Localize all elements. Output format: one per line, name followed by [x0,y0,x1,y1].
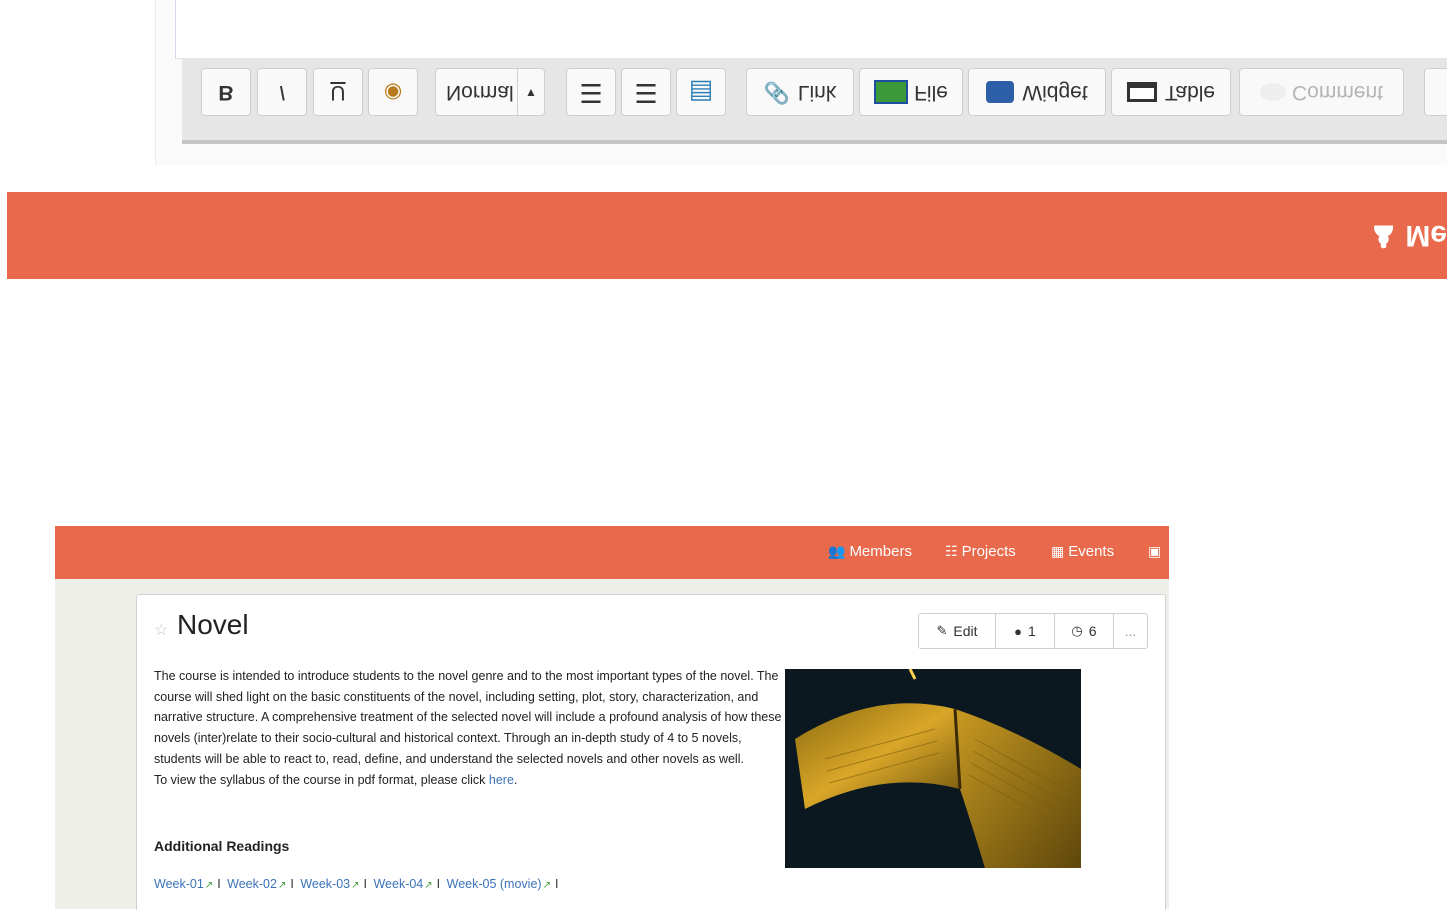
additional-readings-heading: Additional Readings [154,838,290,854]
external-link-icon: ↗ [424,880,433,891]
bold-button[interactable]: B [201,68,251,116]
sitemap-icon: ☷ [945,543,958,559]
unordered-list-button[interactable]: ☰ [621,68,671,116]
ordered-list-button[interactable]: ☰ [566,68,616,116]
widget-button[interactable]: Widget [968,68,1106,116]
editor-toolbar: B I U ◉ Normal ▲ ☰ ☰ ▤ 🔗 Link File Widge… [182,58,1447,144]
calendar-icon: ▦ [1051,543,1065,559]
users-icon: 👥 [828,543,846,559]
band-label: ♟ Me [1370,219,1447,252]
image-icon: ▣ [1148,543,1162,559]
page-title: Novel [177,609,249,640]
reading-link-week-04[interactable]: Week-04 [373,877,423,891]
reading-link-week-03[interactable]: Week-03 [300,877,350,891]
horizontal-rule-button[interactable]: ▤ [676,68,726,116]
comments-icon: ● [1014,623,1023,639]
link-icon: 🔗 [763,81,790,104]
syllabus-link[interactable]: here [489,773,514,787]
header-band: ♟ Me [7,192,1447,279]
book-photo [785,669,1081,868]
chevron-up-icon: ▲ [517,69,544,115]
table-label: Table [1164,81,1216,104]
font-size-value: Normal [446,81,514,104]
more-button[interactable]: ... [1114,614,1147,648]
unordered-list-icon: ☰ [634,77,658,108]
italic-button[interactable]: I [257,68,307,116]
nav-members[interactable]: 👥 Members [828,543,912,560]
content-panel: ☆ Novel ✎ Edit ● 1 ◷ 6 ... The course is in… [136,594,1166,910]
file-button[interactable]: File [859,68,963,116]
external-link-icon: ↗ [277,880,287,891]
comment-label: Comment [1291,81,1384,104]
history-button[interactable]: ◷ 6 [1055,614,1114,648]
bold-label: B [218,81,234,104]
reading-link-week-05[interactable]: Week-05 (movie) [447,877,542,891]
text-color-button[interactable]: ◉ [368,68,418,116]
widget-label: Widget [1022,81,1088,104]
file-label: File [914,81,948,104]
reading-link-week-01[interactable]: Week-01 [154,877,204,891]
underline-button[interactable]: U [313,68,363,116]
font-size-select[interactable]: Normal ▲ [435,68,545,116]
course-description: The course is intended to introduce stud… [154,669,782,787]
clock-icon: ◷ [1071,623,1083,638]
nav-gallery[interactable]: ▣ [1148,543,1165,560]
table-button[interactable]: Table [1111,68,1231,116]
page-actions: ✎ Edit ● 1 ◷ 6 ... [918,613,1148,649]
pencil-icon: ✎ [936,623,948,638]
star-icon[interactable]: ☆ [154,620,168,640]
link-label: Link [797,81,837,104]
nav-projects[interactable]: ☷ Projects [945,543,1016,560]
top-nav: 👥 Members ☷ Projects ▦ Events ▣ [55,526,1169,579]
table-icon [1126,82,1157,102]
external-link-icon: ↗ [204,880,214,891]
edit-button[interactable]: ✎ Edit [919,614,996,648]
link-button[interactable]: 🔗 Link [746,68,854,116]
horizontal-rule-icon: ▤ [688,77,714,108]
reading-link-week-02[interactable]: Week-02 [227,877,277,891]
widget-icon [986,81,1015,103]
italic-label: I [279,81,285,104]
overflow-toolbar-button[interactable] [1424,68,1447,116]
ordered-list-icon: ☰ [579,77,603,108]
external-link-icon: ↗ [351,880,360,891]
members-icon: ♟ [1370,219,1397,252]
palette-icon: ◉ [383,80,403,104]
comment-icon [1259,83,1286,101]
comments-button[interactable]: ● 1 [996,614,1055,648]
editor-text-area[interactable] [175,0,1447,59]
comment-button[interactable]: Comment [1239,68,1404,116]
image-file-icon [874,80,909,104]
underline-label: U [330,81,346,104]
nav-events[interactable]: ▦ Events [1051,543,1114,560]
external-link-icon: ↗ [542,880,551,891]
readings-list: Week-01↗ I Week-02↗ I Week-03↗ I Week-04↗ I … [154,877,559,891]
